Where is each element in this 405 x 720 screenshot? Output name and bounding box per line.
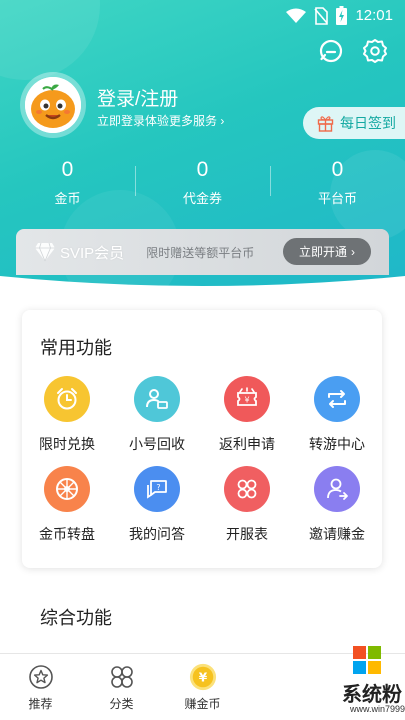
tile-label: 限时兑换 [39,436,95,452]
gift-icon [317,115,334,132]
no-sim-icon [314,6,329,25]
daily-checkin-button[interactable]: 每日签到 [303,107,405,139]
avatar-image [25,77,81,133]
stat-divider [270,166,271,196]
avatar[interactable] [20,72,86,138]
transfer-arrows-icon [314,376,360,422]
invite-user-icon [314,466,360,512]
tile-server-schedule[interactable]: 开服表 [202,466,292,544]
svg-text:¥: ¥ [244,396,249,405]
tile-transfer-center[interactable]: 转游中心 [292,376,382,454]
wheel-icon [44,466,90,512]
tile-label: 我的问答 [129,526,185,542]
wifi-icon [286,8,307,23]
watermark-url: www.win7999.com [350,704,405,714]
nav-recommend[interactable]: 推荐 [0,654,81,720]
alarm-clock-icon [44,376,90,422]
tile-my-qa[interactable]: ? 我的问答 [112,466,202,544]
login-subtitle[interactable]: 立即登录体验更多服务 › [97,112,224,129]
chat-icon[interactable] [318,38,344,64]
section-title: 综合功能 [40,608,112,628]
nav-label: 分类 [109,697,134,711]
tile-limited-exchange[interactable]: 限时兑换 [22,376,112,454]
tile-coin-wheel[interactable]: 金币转盘 [22,466,112,544]
stat-vouchers[interactable]: 0 代金券 [135,156,270,210]
account-recycle-icon [134,376,180,422]
status-time: 12:01 [355,7,393,24]
wallet-stats: 0 金币 0 代金券 0 平台币 [0,156,405,210]
tile-label: 金币转盘 [39,526,95,542]
stat-label: 平台币 [317,191,357,206]
nav-label: 赚金币 [184,697,221,711]
tile-invite-earn[interactable]: 邀请赚金 [292,466,382,544]
yen-coin-icon: ¥ [189,663,217,691]
header-wave [0,276,405,296]
battery-charging-icon [336,6,348,25]
nav-label: 推荐 [28,697,53,711]
stat-divider [135,166,136,196]
nav-earn-coins[interactable]: ¥ 赚金币 [162,654,243,720]
watermark-text: 系统粉 [342,684,402,706]
orange-mascot-icon [25,77,81,133]
svg-text:¥: ¥ [198,671,207,685]
tile-label: 返利申请 [219,436,275,452]
stat-label: 金币 [54,191,81,206]
stat-value: 0 [196,158,209,181]
stat-label: 代金券 [182,191,222,206]
status-bar: 12:01 [0,0,405,30]
stat-coins[interactable]: 0 金币 [0,156,135,210]
windows-logo-icon [353,646,381,674]
common-functions-card: 常用功能 限时兑换 小号回收 ¥ 返利申请 转游中心 金币转盘 ? 我的问答 开… [22,310,382,568]
tile-label: 邀请赚金 [309,526,365,542]
category-icon [108,663,136,691]
rebate-ticket-icon: ¥ [224,376,270,422]
star-icon [27,663,55,691]
stat-value: 0 [61,158,74,181]
watermark: 系统粉 www.win7999.com [342,644,405,720]
nav-category[interactable]: 分类 [81,654,162,720]
stat-platform-coins[interactable]: 0 平台币 [270,156,405,210]
gear-icon[interactable] [362,38,388,64]
login-subtitle-text: 立即登录体验更多服务 [97,114,218,128]
login-register-link[interactable]: 登录/注册 [97,84,178,111]
function-grid: 限时兑换 小号回收 ¥ 返利申请 转游中心 金币转盘 ? 我的问答 开服表 邀请… [22,376,382,544]
tile-rebate-apply[interactable]: ¥ 返利申请 [202,376,292,454]
tile-label: 小号回收 [129,436,185,452]
svg-text:?: ? [156,483,160,492]
grid-circles-icon [224,466,270,512]
status-icons: 12:01 [286,6,393,25]
section-title: 常用功能 [40,338,112,358]
stat-value: 0 [331,158,344,181]
tile-account-recycle[interactable]: 小号回收 [112,376,202,454]
tile-label: 开服表 [226,526,268,542]
checkin-label: 每日签到 [340,115,396,131]
question-chat-icon: ? [134,466,180,512]
tile-label: 转游中心 [309,436,365,452]
chevron-right-icon: › [220,114,225,128]
